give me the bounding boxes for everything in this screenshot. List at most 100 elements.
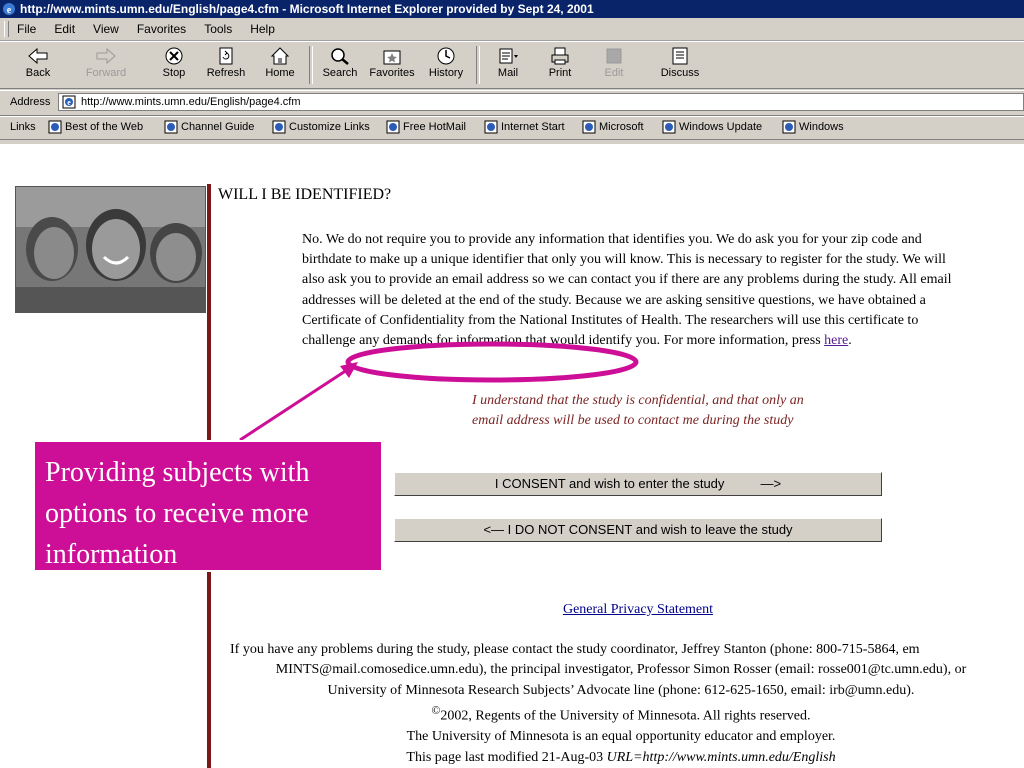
copyright-line: ©2002, Regents of the University of Minn…	[230, 701, 1012, 727]
link-label: Free HotMail	[403, 121, 466, 133]
stop-label: Stop	[162, 67, 186, 79]
page-url-text: URL=http://www.mints.umn.edu/English	[606, 749, 836, 765]
home-button[interactable]: Home	[256, 44, 304, 86]
copyright-symbol: ©	[431, 704, 441, 718]
address-url: http://www.mints.umn.edu/English/page4.c…	[81, 96, 301, 108]
link-label: Windows	[799, 121, 844, 133]
ie-page-icon	[48, 120, 62, 134]
forward-arrow-icon	[96, 47, 116, 65]
footer-contact-line-2: MINTS@mail.comosedice.umn.edu), the prin…	[275, 662, 967, 678]
link-microsoft[interactable]: Microsoft	[582, 120, 644, 134]
forward-label: Forward	[85, 67, 127, 79]
ie-page-icon	[164, 120, 178, 134]
toolbar-separator	[309, 46, 313, 84]
search-label: Search	[322, 67, 358, 79]
ie-logo-icon: e	[3, 3, 15, 16]
address-bar: Address e http://www.mints.umn.edu/Engli…	[0, 90, 1024, 116]
last-modified-line: This page last modified 21-Aug-03 URL=ht…	[230, 748, 1012, 768]
discuss-icon	[672, 47, 688, 65]
search-icon	[331, 48, 349, 65]
mail-label: Mail	[497, 67, 519, 79]
links-label: Links	[10, 121, 36, 133]
history-icon	[437, 47, 455, 65]
identification-paragraph: No. We do not require you to provide any…	[302, 230, 962, 351]
favorites-icon	[383, 50, 401, 65]
favorites-label: Favorites	[369, 67, 415, 79]
last-modified-text: This page last modified 21-Aug-03	[406, 749, 607, 765]
more-info-link[interactable]: here	[824, 333, 848, 348]
print-label: Print	[548, 67, 572, 79]
ie-page-icon	[582, 120, 596, 134]
window-title: http://www.mints.umn.edu/English/page4.c…	[20, 2, 594, 16]
ie-page-icon	[484, 120, 498, 134]
link-label: Windows Update	[679, 121, 763, 133]
toolbar-separator	[476, 46, 480, 84]
stop-icon	[165, 47, 183, 65]
discuss-button[interactable]: Discuss	[656, 44, 704, 86]
eeo-statement: The University of Minnesota is an equal …	[406, 729, 836, 745]
link-windows[interactable]: Windows	[782, 120, 844, 134]
refresh-label: Refresh	[206, 67, 246, 79]
stop-button[interactable]: Stop	[150, 44, 198, 86]
menu-tools[interactable]: Tools	[204, 22, 232, 36]
ie-page-icon: e	[62, 95, 76, 109]
ie-page-icon	[272, 120, 286, 134]
home-icon	[270, 47, 290, 65]
footer-contact-line-1: If you have any problems during the stud…	[230, 642, 920, 657]
forward-button[interactable]: Forward	[82, 44, 130, 86]
links-bar: Links Best of the Web Channel Guide Cust…	[0, 116, 1024, 140]
link-label: Microsoft	[599, 121, 644, 133]
paragraph-period: .	[848, 333, 852, 349]
menu-favorites[interactable]: Favorites	[137, 22, 186, 36]
link-internet-start[interactable]: Internet Start	[484, 120, 565, 134]
edit-label: Edit	[604, 67, 624, 79]
menu-edit[interactable]: Edit	[54, 22, 75, 36]
link-best-of-the-web[interactable]: Best of the Web	[48, 120, 143, 134]
photo-three-men	[16, 187, 205, 312]
history-button[interactable]: History	[422, 44, 470, 86]
back-button[interactable]: Back	[14, 44, 62, 86]
address-input[interactable]: e http://www.mints.umn.edu/English/page4…	[58, 93, 1024, 111]
refresh-icon	[219, 47, 233, 65]
menu-view[interactable]: View	[93, 22, 119, 36]
decline-button[interactable]: <— I DO NOT CONSENT and wish to leave th…	[394, 518, 882, 542]
edit-icon	[606, 48, 622, 64]
footer: If you have any problems during the stud…	[230, 640, 1024, 768]
ie-page-icon	[782, 120, 796, 134]
menu-help[interactable]: Help	[250, 22, 275, 36]
search-button[interactable]: Search	[316, 44, 364, 86]
menu-bar: File Edit View Favorites Tools Help	[0, 18, 1024, 41]
ie-page-icon	[662, 120, 676, 134]
link-label: Internet Start	[501, 121, 565, 133]
link-free-hotmail[interactable]: Free HotMail	[386, 120, 466, 134]
history-label: History	[428, 67, 464, 79]
privacy-statement-link[interactable]: General Privacy Statement	[563, 602, 713, 617]
menu-file[interactable]: File	[17, 22, 36, 36]
page-title: WILL I BE IDENTIFIED?	[218, 186, 392, 203]
favorites-button[interactable]: Favorites	[368, 44, 416, 86]
link-label: Best of the Web	[65, 121, 144, 133]
home-label: Home	[265, 67, 295, 79]
refresh-button[interactable]: Refresh	[202, 44, 250, 86]
copyright-text: 2002, Regents of the University of Minne…	[440, 708, 811, 724]
link-customize-links[interactable]: Customize Links	[272, 120, 370, 134]
paragraph-text: No. We do not require you to provide any…	[302, 232, 952, 349]
print-button[interactable]: Print	[536, 44, 584, 86]
svg-text:e: e	[7, 5, 12, 16]
link-channel-guide[interactable]: Channel Guide	[164, 120, 254, 134]
back-label: Back	[25, 67, 51, 79]
mail-button[interactable]: Mail	[484, 44, 532, 86]
print-icon	[551, 47, 569, 65]
toolbar-grip[interactable]	[4, 21, 9, 37]
link-windows-update[interactable]: Windows Update	[662, 120, 762, 134]
window-title-bar[interactable]: e http://www.mints.umn.edu/English/page4…	[0, 0, 1024, 18]
edit-button[interactable]: Edit	[590, 44, 638, 86]
link-label: Channel Guide	[181, 121, 255, 133]
confidentiality-note: I understand that the study is confident…	[472, 393, 804, 428]
link-label: Customize Links	[289, 121, 370, 133]
ie-page-icon	[386, 120, 400, 134]
browser-chrome: File Edit View Favorites Tools Help Back…	[0, 18, 1024, 144]
mail-icon	[499, 48, 518, 64]
standard-toolbar: Back Forward Stop Refresh Home Search Fa…	[0, 41, 1024, 89]
consent-button[interactable]: I CONSENT and wish to enter the study —>	[394, 472, 882, 496]
